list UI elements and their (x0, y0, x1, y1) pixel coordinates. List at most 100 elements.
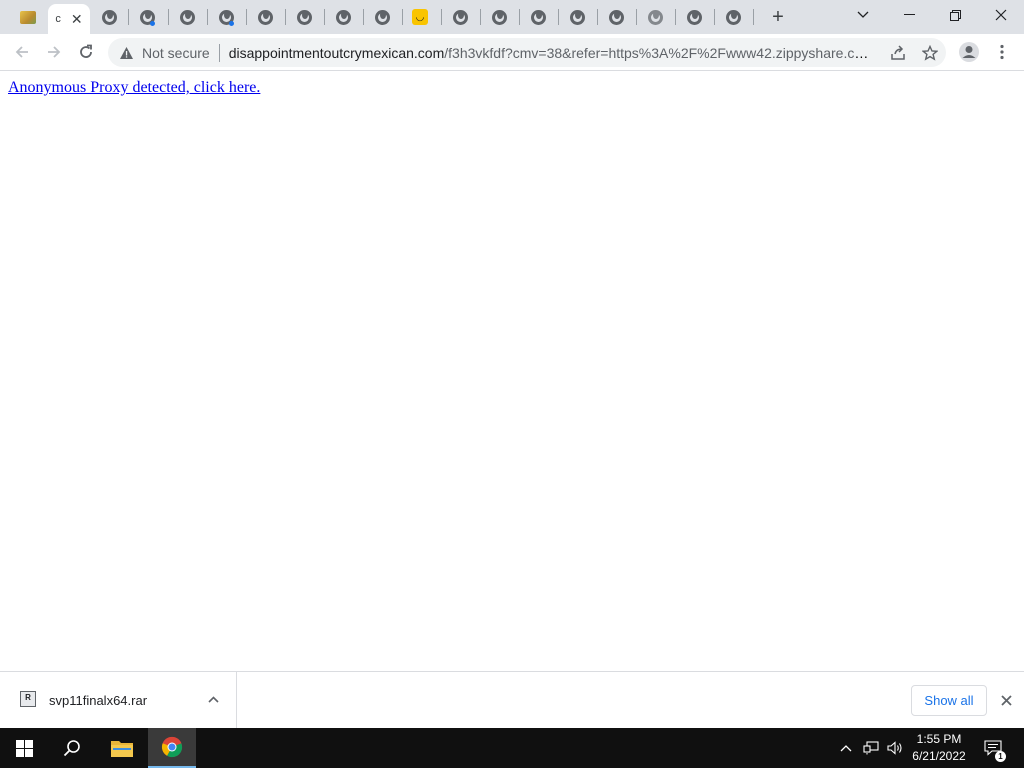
download-item[interactable]: R svp11finalx64.rar (0, 672, 237, 728)
globe-icon (179, 9, 195, 25)
close-icon (1000, 694, 1012, 706)
globe-icon (491, 9, 507, 25)
smiley-yellow-icon: ◡ (412, 9, 428, 25)
tab-14[interactable] (560, 0, 594, 34)
image-favicon-icon (20, 10, 36, 24)
tab-18[interactable] (716, 0, 750, 34)
tab-0[interactable] (8, 0, 48, 34)
clock-time: 1:55 PM (916, 732, 962, 746)
share-icon[interactable] (889, 44, 907, 62)
tab-8[interactable] (326, 0, 360, 34)
address-bar[interactable]: Not secure disappointmentoutcrymexican.c… (108, 38, 946, 67)
globe-icon (569, 9, 585, 25)
chrome-taskbar-button[interactable] (148, 728, 196, 768)
start-button[interactable] (0, 728, 48, 768)
loading-dot-icon (229, 21, 234, 26)
globe-icon (374, 9, 390, 25)
avatar-icon (959, 42, 979, 62)
tab-divider (480, 9, 481, 25)
profile-button[interactable] (955, 38, 983, 66)
close-window-button[interactable] (978, 0, 1024, 30)
security-status-label[interactable]: Not secure (142, 45, 210, 61)
globe-icon (530, 9, 546, 25)
globe-icon (101, 9, 117, 25)
chevron-up-icon (207, 695, 219, 703)
chevron-down-icon (857, 11, 869, 18)
tab-search-button[interactable] (840, 0, 886, 30)
tab-divider (324, 9, 325, 25)
tab-divider (636, 9, 637, 25)
tab-10[interactable]: ◡ (403, 0, 437, 34)
globe-icon (257, 9, 273, 25)
show-all-button[interactable]: Show all (911, 685, 987, 716)
speaker-icon (887, 741, 902, 755)
loading-dot-icon (150, 21, 155, 26)
menu-button[interactable] (988, 38, 1016, 66)
download-options-button[interactable] (205, 689, 221, 709)
windows-taskbar: 1:55 PM 6/21/2022 1 (0, 728, 1024, 768)
search-icon (63, 740, 80, 757)
page-viewport: Anonymous Proxy detected, click here. (0, 72, 1024, 671)
tab-4[interactable] (170, 0, 204, 34)
download-file-name[interactable]: svp11finalx64.rar (49, 693, 147, 708)
arrow-left-icon (15, 46, 28, 58)
browser-toolbar: Not secure disappointmentoutcrymexican.c… (0, 34, 1024, 71)
globe-icon (608, 9, 624, 25)
close-icon (995, 9, 1007, 21)
tab-3[interactable] (130, 0, 164, 34)
tab-divider (363, 9, 364, 25)
globe-icon (686, 9, 702, 25)
file-explorer-button[interactable] (98, 728, 146, 768)
new-tab-button[interactable]: + (766, 5, 790, 29)
network-icon (863, 741, 879, 755)
tab-16[interactable] (638, 0, 672, 34)
url-text[interactable]: disappointmentoutcrymexican.com/f3h3vkfd… (229, 45, 871, 61)
tab-12[interactable] (482, 0, 516, 34)
tab-7[interactable] (287, 0, 321, 34)
forward-button[interactable] (40, 38, 68, 66)
tab-divider (753, 9, 754, 25)
action-center-button[interactable]: 1 (980, 728, 1006, 768)
url-host: disappointmentoutcrymexican.com (228, 44, 445, 61)
close-shelf-button[interactable] (996, 690, 1016, 710)
restore-button[interactable] (932, 0, 978, 30)
arrow-right-icon (48, 46, 61, 58)
tab-17[interactable] (677, 0, 711, 34)
url-path: /f3h3vkfdf?cmv=38&refer=https%3A%2F%2Fww… (444, 44, 871, 61)
tab-6[interactable] (248, 0, 282, 34)
warning-triangle-icon[interactable] (118, 45, 134, 61)
tab-11[interactable] (443, 0, 477, 34)
download-shelf: R svp11finalx64.rar Show all (0, 671, 1024, 728)
tab-9[interactable] (365, 0, 399, 34)
windows-logo-icon (15, 739, 33, 757)
omnibox-divider (218, 43, 220, 62)
tab-divider (558, 9, 559, 25)
rar-file-icon: R (20, 691, 36, 707)
tab-15[interactable] (599, 0, 633, 34)
tab-active[interactable]: c ✕ (48, 4, 90, 34)
close-tab-icon[interactable]: ✕ (71, 12, 83, 26)
taskbar-clock[interactable]: 1:55 PM 6/21/2022 (906, 731, 972, 765)
tab-divider (675, 9, 676, 25)
bookmark-star-icon[interactable] (921, 44, 939, 62)
show-hidden-icons-button[interactable] (836, 728, 856, 768)
proxy-warning-link[interactable]: Anonymous Proxy detected, click here. (8, 79, 260, 97)
clock-date: 6/21/2022 (912, 749, 966, 763)
reload-button[interactable] (72, 38, 100, 66)
tab-strip: c ✕ ◡ + (0, 0, 1024, 34)
reload-icon (80, 44, 92, 58)
tab-13[interactable] (521, 0, 555, 34)
notification-badge: 1 (995, 751, 1006, 762)
network-button[interactable] (860, 728, 882, 768)
tab-divider (597, 9, 598, 25)
volume-button[interactable] (884, 728, 906, 768)
tab-divider (207, 9, 208, 25)
tab-divider (128, 9, 129, 25)
kebab-menu-icon (1000, 44, 1004, 60)
back-button[interactable] (8, 38, 36, 66)
tab-5[interactable] (209, 0, 243, 34)
tab-divider (168, 9, 169, 25)
search-button[interactable] (48, 728, 96, 768)
tab-2[interactable] (92, 0, 126, 34)
minimize-button[interactable] (886, 0, 932, 30)
